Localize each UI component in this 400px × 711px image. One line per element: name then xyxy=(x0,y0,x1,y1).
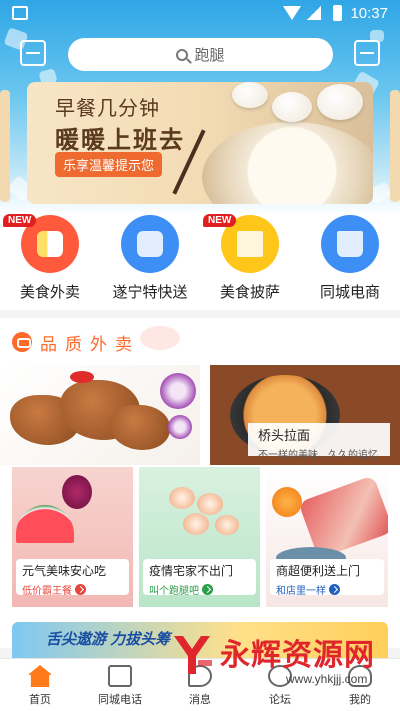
tile-caption: 疫情宅家不出门 叫个跑腿吧 xyxy=(143,559,256,597)
banner-line1: 早餐几分钟 xyxy=(55,98,160,120)
new-badge: NEW xyxy=(203,214,237,227)
tile-subtitle: 和店里一样 xyxy=(276,582,378,597)
profile-icon xyxy=(348,665,372,687)
pizza-milk-icon: NEW xyxy=(203,214,279,273)
noodle-bowl-image xyxy=(202,122,373,204)
featured-dish-tile[interactable] xyxy=(0,365,200,465)
tab-phonebook[interactable]: 同城电话 xyxy=(80,659,160,711)
tile-title: 商超便利送上门 xyxy=(276,564,361,578)
bottom-tab-bar: 首页 同城电话 消息 论坛 我的 xyxy=(0,658,400,711)
category-label: 同城电商 xyxy=(319,284,380,301)
promo-tile-errand[interactable]: 疫情宅家不出门 叫个跑腿吧 xyxy=(139,467,260,607)
home-icon xyxy=(28,665,52,687)
banner-prev-peek[interactable] xyxy=(0,90,10,202)
tab-label: 首页 xyxy=(29,694,51,706)
calendar-checkin-icon[interactable] xyxy=(354,40,380,66)
chevron-right-icon xyxy=(75,584,86,595)
phonebook-icon xyxy=(108,665,132,687)
status-time: 10:37 xyxy=(350,5,388,22)
chevron-right-icon xyxy=(202,584,213,595)
banner-tag: 乐享温馨提示您 xyxy=(55,152,163,177)
wifi-icon xyxy=(283,6,301,20)
app-screen: 10:37 跑腿 早餐几分钟 暖暖上班去 乐享温馨提示您 NEW 美食外卖 遂宁… xyxy=(0,0,400,711)
tab-label: 同城电话 xyxy=(98,694,142,706)
category-food-delivery[interactable]: NEW 美食外卖 xyxy=(0,214,100,302)
tile-caption: 商超便利送上门 和店里一样 xyxy=(270,559,384,597)
tab-home[interactable]: 首页 xyxy=(0,659,80,711)
category-label: 遂宁特快送 xyxy=(112,284,188,301)
tab-forum[interactable]: 论坛 xyxy=(240,659,320,711)
quality-delivery-section: 品质外卖 桥头拉面 不一样的美味、久久的追忆 元气美味安心吃 低价霸王餐 疫情宅… xyxy=(0,318,400,648)
tile-title: 疫情宅家不出门 xyxy=(149,564,234,578)
new-badge: NEW xyxy=(3,214,37,227)
category-ecommerce[interactable]: 同城电商 xyxy=(300,215,400,302)
banner-line2: 暖暖上班去 xyxy=(55,127,185,154)
category-label: 美食外卖 xyxy=(19,284,80,301)
signal-icon xyxy=(307,6,321,20)
status-bar: 10:37 xyxy=(0,0,400,28)
restaurant-tile-qiaotou[interactable]: 桥头拉面 不一样的美味、久久的追忆 xyxy=(210,365,400,465)
category-label: 美食披萨 xyxy=(219,284,280,301)
tile-caption: 元气美味安心吃 低价霸王餐 xyxy=(16,559,129,597)
gallery-notification-icon xyxy=(12,6,28,20)
tile-subtitle: 叫个跑腿吧 xyxy=(149,582,250,597)
section-header: 品质外卖 xyxy=(12,330,140,354)
tab-label: 论坛 xyxy=(269,694,291,706)
shop-icon xyxy=(321,215,379,273)
scooter-icon xyxy=(12,332,32,352)
battery-icon xyxy=(333,5,342,21)
promo-banner[interactable]: 早餐几分钟 暖暖上班去 乐享温馨提示您 xyxy=(27,82,373,204)
forum-icon xyxy=(268,665,292,687)
search-bar[interactable]: 跑腿 xyxy=(68,38,333,71)
promo-tile-supermarket[interactable]: 商超便利送上门 和店里一样 xyxy=(266,467,388,607)
promo-text: 舌尖遨游 力拔头筹 xyxy=(46,631,171,648)
tab-messages[interactable]: 消息 xyxy=(160,659,240,711)
food-delivery-icon: NEW xyxy=(3,214,79,273)
banner-next-peek[interactable] xyxy=(390,90,400,202)
search-icon xyxy=(176,48,189,61)
tab-label: 我的 xyxy=(349,694,371,706)
scan-icon[interactable] xyxy=(20,40,46,66)
restaurant-name: 桥头拉面 xyxy=(258,428,311,443)
category-express[interactable]: 遂宁特快送 xyxy=(100,215,200,302)
restaurant-label: 桥头拉面 不一样的美味、久久的追忆 xyxy=(248,423,390,461)
tile-subtitle: 低价霸王餐 xyxy=(22,582,123,597)
section-title: 品质外卖 xyxy=(40,334,140,354)
chevron-right-icon xyxy=(329,584,340,595)
restaurant-desc: 不一样的美味、久久的追忆 xyxy=(258,450,378,461)
promo-tile-free-meal[interactable]: 元气美味安心吃 低价霸王餐 xyxy=(12,467,133,607)
category-grid: NEW 美食外卖 遂宁特快送 NEW 美食披萨 同城电商 xyxy=(0,214,400,310)
category-pizza[interactable]: NEW 美食披萨 xyxy=(200,214,300,302)
tab-label: 消息 xyxy=(189,694,211,706)
search-placeholder: 跑腿 xyxy=(194,47,225,64)
express-box-icon xyxy=(121,215,179,273)
promo-strip[interactable]: 舌尖遨游 力拔头筹 xyxy=(12,622,388,658)
tile-title: 元气美味安心吃 xyxy=(22,564,107,578)
message-icon xyxy=(188,665,212,687)
tab-profile[interactable]: 我的 xyxy=(320,659,400,711)
